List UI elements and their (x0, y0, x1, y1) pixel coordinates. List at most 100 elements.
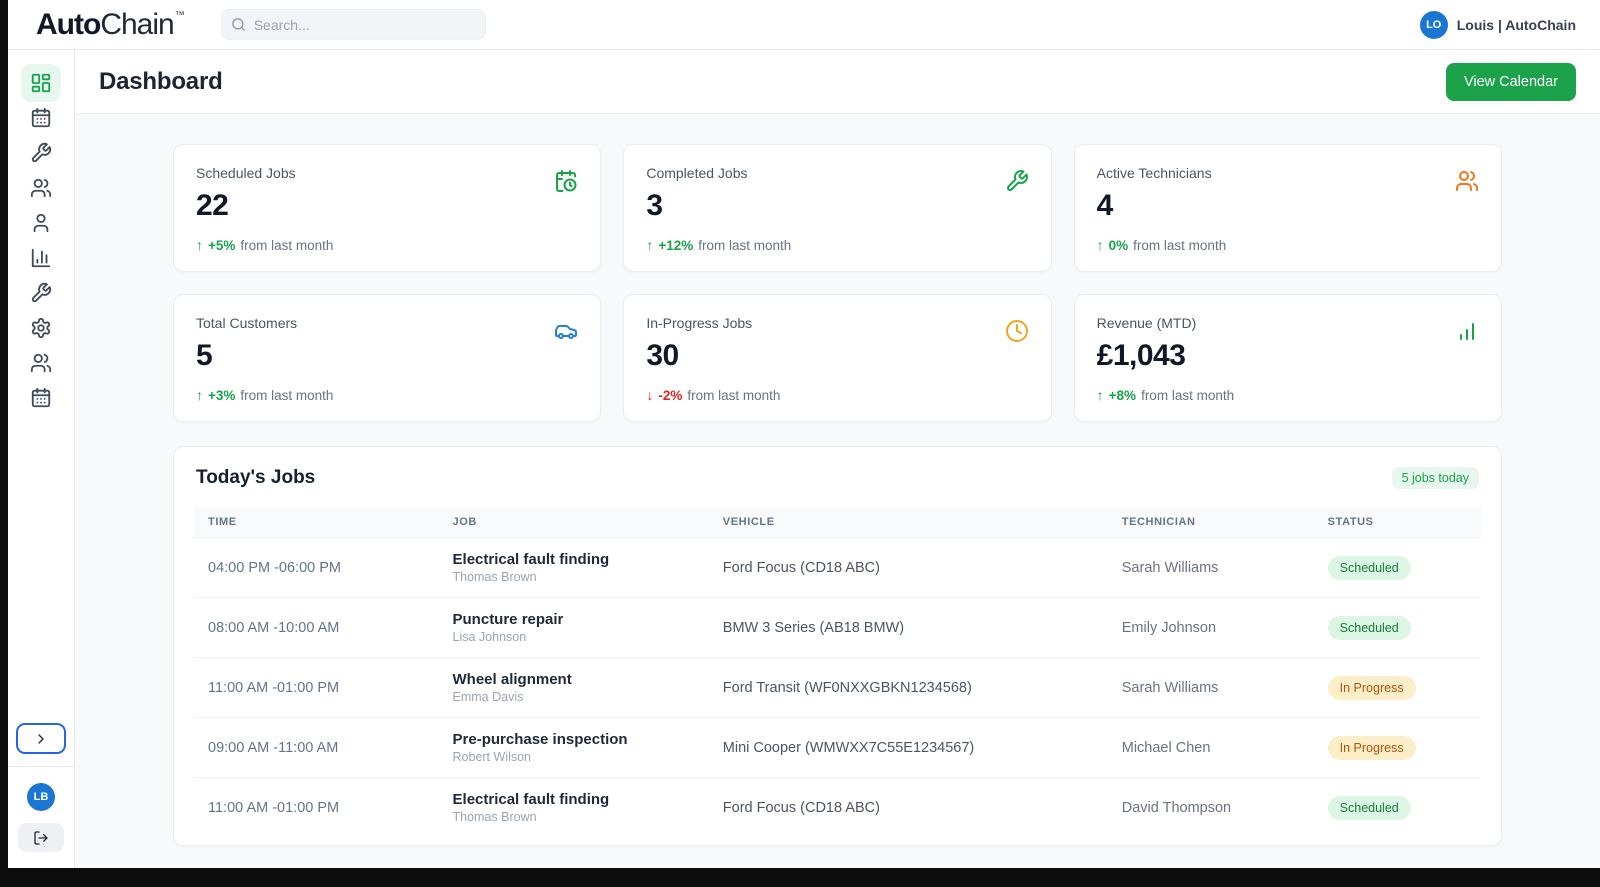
dashboard-content: Scheduled Jobs 22 ↑ +5% from last month … (75, 114, 1600, 846)
job-time: 09:00 AM -11:00 AM (194, 717, 439, 778)
wrench-icon (31, 142, 52, 163)
sidebar-item-team[interactable] (21, 344, 61, 382)
trend-up-icon: ↑ (196, 387, 203, 403)
stat-value: 30 (646, 339, 679, 372)
job-vehicle: Ford Focus (CD18 ABC) (708, 777, 1108, 837)
job-technician: Emily Johnson (1107, 597, 1314, 658)
stat-card-scheduled-jobs: Scheduled Jobs 22 ↑ +5% from last month (173, 144, 602, 272)
trend-up-icon: ↑ (646, 237, 654, 253)
status-badge: Scheduled (1327, 795, 1411, 820)
job-vehicle: Ford Transit (WF0NXXGBKN1234568) (708, 657, 1108, 718)
calendar-clock-icon (554, 169, 578, 198)
column-header-technician: Technician (1107, 507, 1314, 538)
job-title: Electrical fault finding (452, 791, 610, 808)
stat-cards-grid: Scheduled Jobs 22 ↑ +5% from last month … (173, 144, 1502, 422)
status-badge: In Progress (1327, 735, 1416, 760)
jobs-table-header: Time Job Vehicle Technician Status (194, 507, 1481, 538)
chevron-right-icon (38, 733, 44, 744)
stat-label: Completed Jobs (646, 165, 748, 181)
table-row[interactable]: 11:00 AM -01:00 PM Wheel alignment Emma D… (194, 657, 1481, 718)
sidebar-user-avatar[interactable]: LB (27, 783, 55, 811)
stat-value: 3 (646, 189, 663, 222)
clock-icon (1005, 319, 1029, 348)
sidebar-item-technicians[interactable] (21, 169, 61, 207)
sidebar-item-dashboard[interactable] (21, 64, 61, 102)
wrench-icon (31, 282, 52, 303)
stat-trend: ↑ 0% from last month (1097, 237, 1479, 253)
stat-label: In-Progress Jobs (646, 315, 753, 331)
sidebar-divider (8, 766, 74, 767)
stat-card-in-progress-jobs: In-Progress Jobs 30 ↓ -2% from last mont… (623, 294, 1052, 422)
topbar-user-area[interactable]: LO Louis | AutoChain (1419, 10, 1576, 39)
status-badge: In Progress (1327, 675, 1416, 700)
trend-caption: from last month (240, 387, 334, 403)
gear-icon (31, 317, 51, 339)
jobs-title: Today's Jobs (196, 467, 316, 488)
sidebar-item-tools[interactable] (21, 274, 61, 312)
trend-up-icon: ↑ (1096, 237, 1104, 253)
user-avatar[interactable]: LO (1419, 10, 1448, 39)
logout-icon (34, 830, 48, 845)
trend-percent: -2% (658, 387, 683, 403)
sidebar-item-settings[interactable] (21, 309, 61, 347)
stat-label: Scheduled Jobs (196, 165, 296, 181)
sidebar-item-schedule[interactable] (21, 379, 61, 417)
job-title: Pre-purchase inspection (452, 731, 628, 748)
trend-caption: from last month (1133, 237, 1227, 253)
job-time: 11:00 AM -01:00 PM (194, 657, 439, 718)
window-edge-left (0, 0, 8, 887)
stat-value: £1,043 (1096, 339, 1186, 372)
car-icon (554, 319, 578, 348)
sidebar-item-reports[interactable] (21, 239, 61, 277)
stat-card-total-customers: Total Customers 5 ↑ +3% from last month (173, 294, 602, 422)
status-badge: Scheduled (1327, 555, 1411, 580)
trend-up-icon: ↑ (1096, 387, 1104, 403)
sidebar: LB (8, 50, 75, 868)
app-window: AutoChain™ LO Louis | AutoChain LB (8, 0, 1600, 868)
layout-grid-icon (31, 73, 51, 93)
search-input[interactable] (220, 9, 486, 40)
page-title: Dashboard (99, 67, 223, 95)
sidebar-item-calendar[interactable] (21, 99, 61, 137)
job-technician: Sarah Williams (1107, 657, 1314, 718)
column-header-time: Time (194, 507, 439, 538)
table-row[interactable]: 08:00 AM -10:00 AM Puncture repair Lisa J… (194, 597, 1481, 658)
stat-trend: ↑ +5% from last month (196, 237, 578, 253)
sidebar-expand-button[interactable] (16, 723, 66, 754)
trend-percent: +5% (208, 237, 236, 253)
job-vehicle: Ford Focus (CD18 ABC) (708, 537, 1108, 598)
stat-card-active-technicians: Active Technicians 4 ↑ 0% from last mont… (1073, 144, 1502, 272)
stat-card-completed-jobs: Completed Jobs 3 ↑ +12% from last month (623, 144, 1052, 272)
job-time: 08:00 AM -10:00 AM (194, 597, 439, 658)
todays-jobs-panel: Today's Jobs 5 jobs today Time Job Vehic… (173, 446, 1502, 846)
stat-trend: ↓ -2% from last month (646, 387, 1028, 403)
logo: Auto Chain ™ (36, 8, 185, 42)
stat-value: 4 (1096, 189, 1114, 222)
logout-button[interactable] (18, 823, 64, 852)
sidebar-nav (21, 64, 61, 414)
trend-percent: 0% (1108, 237, 1129, 253)
table-row[interactable]: 09:00 AM -11:00 AM Pre-purchase inspecti… (194, 717, 1481, 778)
search-container (220, 9, 486, 40)
stat-label: Active Technicians (1096, 165, 1212, 181)
table-row[interactable]: 04:00 PM -06:00 PM Electrical fault find… (194, 537, 1481, 598)
job-customer: Thomas Brown (452, 570, 537, 584)
users-icon (30, 178, 52, 198)
user-name: Louis | AutoChain (1456, 16, 1576, 33)
job-time: 04:00 PM -06:00 PM (194, 537, 439, 598)
stat-value: 5 (196, 339, 213, 372)
job-customer: Robert Wilson (452, 750, 532, 764)
view-calendar-button[interactable]: View Calendar (1445, 62, 1576, 101)
sidebar-item-jobs[interactable] (21, 134, 61, 172)
trend-percent: +3% (208, 387, 236, 403)
table-row[interactable]: 11:00 AM -01:00 PM Electrical fault find… (194, 777, 1481, 837)
stat-value: 22 (196, 189, 229, 222)
users-icon (30, 353, 52, 373)
sidebar-item-customers[interactable] (21, 204, 61, 242)
jobs-table: Time Job Vehicle Technician Status 04:00… (194, 507, 1481, 837)
job-title: Wheel alignment (452, 671, 572, 688)
main-content: Dashboard View Calendar Scheduled Jobs 2… (75, 50, 1600, 868)
stat-card-revenue: Revenue (MTD) £1,043 ↑ +8% from last mon… (1073, 294, 1502, 422)
user-icon (33, 213, 49, 233)
job-customer: Emma Davis (452, 690, 524, 704)
